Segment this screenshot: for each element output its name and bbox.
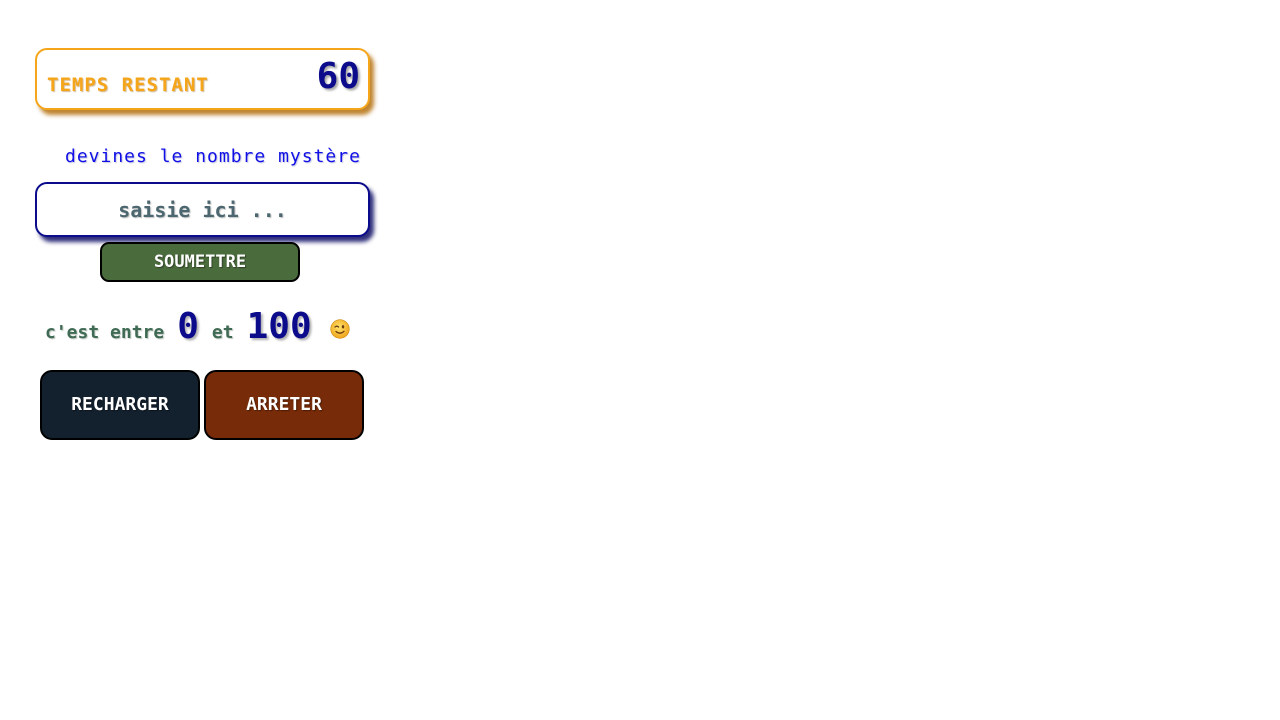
range-hint: c'est entre 0 et 100 — [45, 306, 350, 356]
timer-panel: TEMPS RESTANT 60 — [35, 48, 370, 110]
range-max: 100 — [246, 306, 312, 347]
timer-value: 60 — [316, 56, 360, 97]
range-prefix: c'est entre — [45, 322, 165, 343]
timer-label: TEMPS RESTANT — [47, 74, 209, 96]
guess-prompt: devines le nombre mystère — [65, 146, 361, 167]
range-min: 0 — [177, 306, 199, 347]
range-connector: et — [211, 322, 234, 343]
reload-button[interactable]: RECHARGER — [40, 370, 200, 440]
submit-button[interactable]: SOUMETTRE — [100, 242, 300, 282]
stop-button[interactable]: ARRETER — [204, 370, 364, 440]
guess-input[interactable] — [35, 182, 370, 237]
winking-face-icon — [330, 319, 350, 339]
